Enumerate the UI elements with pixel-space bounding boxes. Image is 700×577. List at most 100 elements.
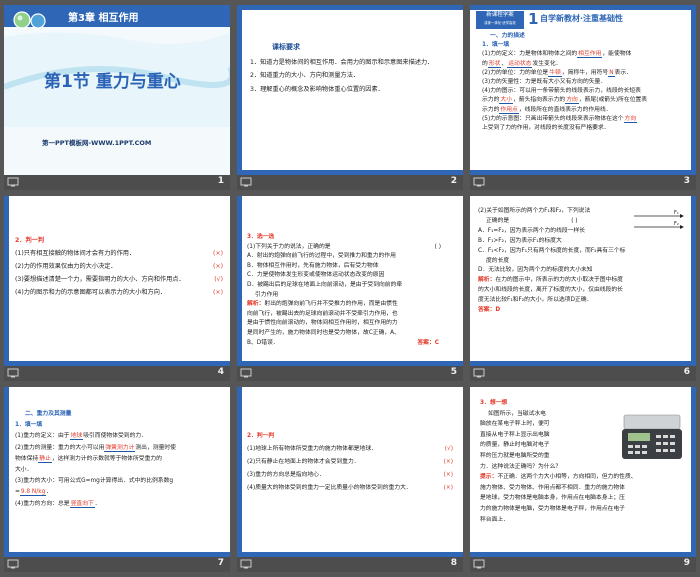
judge-heading: 2．判一判 [15, 237, 45, 244]
requirements-heading: 课标要求 [272, 43, 300, 51]
slide-8-body: 2．判一判 (1)地球上所有物体所受重力的施力物体都是地球． (√) (2)只有静… [247, 430, 453, 495]
slide-7-body: 二、重力及其测量 1．填一填 (1)重力的定义：由于地球吸引而使物体受到的力． … [15, 409, 223, 510]
line: (3)力的矢量性：力是既有大小又有方向的矢量． [482, 79, 607, 86]
line: (2)重力的测量：重力的大小可以用弹簧测力计测出，测量时使 [15, 444, 176, 452]
line: (1)力的定义：力是物体和物体之间的相互作用，能使物体 [482, 51, 632, 59]
slide-8[interactable]: 2．判一判 (1)地球上所有物体所受重力的施力物体都是地球． (√) (2)只有静… [237, 387, 463, 557]
question: (1)下列关于力的说法，正确的是( ) [247, 243, 441, 250]
slide-9[interactable]: 3．想一想 如图所示，当磁试水电 脑放在某电子秤上时，便可 直接从电子秤上显示出… [470, 387, 696, 557]
requirement-item: 2．知道重力的大小、方向和测量方法． [250, 72, 360, 80]
option: B．F₁>F₂，因为表示F₁的标度大 [478, 237, 562, 244]
course-badge: 新课程学案 讲练一体化·优学高效 [476, 11, 524, 29]
judge-row: (4)力的图示和力的示意图都可以表示力的大小和方向． (×) [15, 289, 223, 296]
slideshow-icon [240, 559, 252, 569]
slide-9-bar: 9 [470, 557, 696, 572]
question-line: 直接从电子秤上显示出电脑 [480, 431, 550, 438]
frame-right [691, 5, 696, 175]
question-line: 脑放在某电子秤上时，便可 [480, 421, 550, 428]
judge-row: (4)质量大的物体受到的重力一定比质量小的物体受到的重力大． (×) [247, 485, 453, 491]
slide-number: 1 [217, 176, 224, 186]
question: 正确的是( ) [486, 217, 578, 224]
choice-heading: 3．选一选 [247, 234, 275, 240]
line: (4)重力的方向：总是竖直向下． [15, 500, 101, 508]
line: (3)重力的大小：可用公式G=mg计算得出．式中的比例系数g [15, 478, 174, 485]
slide-number: 6 [683, 367, 690, 377]
line: 的形状、运动状态发生变化． [482, 60, 562, 68]
frame-left [237, 387, 242, 557]
question-line: 秤的压力就是电脑所受的重 [480, 452, 550, 459]
line: (4)力的图示：可以用一条带箭头的线段表示力，线段的长短表 [482, 88, 641, 95]
hint-line: 是地球，受力物体是电脑本身，作用点在电脑本身上；压 [480, 495, 625, 502]
option: C．力是使物体发生形变或使物体运动状态改变的原因 [247, 272, 385, 279]
slide-7[interactable]: 二、重力及其测量 1．填一填 (1)重力的定义：由于地球吸引而使物体受到的力． … [4, 387, 230, 557]
slide-2-bar: 2 [237, 175, 463, 190]
slide-4[interactable]: 2．判一判 (1)只有相互接触的物体间才会有力的作用． (×) (2)力的作用效果… [4, 196, 230, 366]
question-line: 的质量，静止时电脑对电子 [480, 442, 550, 449]
slideshow-icon [473, 177, 485, 187]
slide-6-bar: 6 [470, 366, 696, 381]
line: (1)重力的定义：由于地球吸引而使物体受到的力． [15, 433, 147, 441]
slide-2[interactable]: 课标要求 1．知道力是物体间的相互作用．会用力的图示和示意图来描述力． 2．知道… [237, 5, 463, 175]
frame-left [237, 196, 242, 366]
frame-left [4, 196, 9, 366]
option: B．物体相互作用时，先有施力物体，后有受力物体 [247, 262, 379, 269]
judge-row: (1)只有相互接触的物体间才会有力的作用． (×) [15, 250, 223, 257]
slide-5[interactable]: 3．选一选 (1)下列关于力的说法，正确的是( ) A．射出的炮弹向前飞行的过程… [237, 196, 463, 366]
explanation-line: B、D错误． 答案：C [247, 339, 439, 346]
hint-line: 施力物体、受力物体、作用点都不相同．重力的施力物体 [480, 484, 625, 491]
frame-right [691, 196, 696, 366]
line: 示力的大小，箭头指向表示力的方向，箭尾(或箭头)所在位置表 [482, 97, 648, 105]
section-title: 一、力的描述 [490, 33, 525, 39]
line: (5)力的示意图：只画出带箭头的线段来表示物体在这个方向 [482, 115, 638, 123]
slide-number: 4 [217, 367, 224, 377]
line: (2)力的单位：力的单位是牛顿，简称牛，用符号N表示． [482, 69, 632, 77]
slide-3[interactable]: 新课程学案 讲练一体化·优学高效 1 自学新教材·注重基础性 一、力的描述 1．… [470, 5, 696, 175]
section-number: 1 [528, 10, 539, 28]
slide-3-body: 一、力的描述 1．填一填 (1)力的定义：力是物体和物体之间的相互作用，能使物体… [482, 32, 688, 133]
question-line: 如图所示，当磁试水电 [488, 410, 546, 417]
hint-line: 秤台面上． [480, 516, 509, 523]
judge-row: (1)地球上所有物体所受重力的施力物体都是地球． (√) [247, 446, 453, 452]
option: A．射出的炮弹向前飞行的过程中，受到推力和重力的作用 [247, 253, 396, 260]
sub-title: 1．填一填 [15, 422, 43, 429]
line: 大小． [15, 467, 33, 474]
slideshow-icon [7, 177, 19, 187]
judge-heading: 2．判一判 [247, 433, 275, 439]
badge-bottom: 讲练一体化·优学高效 [484, 21, 516, 25]
chapter-title: 第3章 相互作用 [68, 13, 139, 24]
slide-6[interactable]: F₁ F₂ (2)关于如图所示的两个力F₁和F₂，下列说法 正确的是( ) A．… [470, 196, 696, 366]
slide-8-bar: 8 [237, 557, 463, 572]
slide-4-body: 2．判一判 (1)只有相互接触的物体间才会有力的作用． (×) (2)力的作用效果… [15, 234, 223, 299]
frame-top [470, 5, 696, 10]
slide-number: 3 [683, 176, 690, 186]
slide-number: 7 [217, 558, 224, 568]
frame-left [237, 5, 242, 175]
line: 物体保持静止，这样测力计的示数就等于物体所受重力的 [15, 455, 162, 463]
requirement-item: 3．理解重心的概念及影响物体重心位置的因素． [250, 85, 384, 93]
slide-number: 8 [450, 558, 457, 568]
slideshow-icon [7, 559, 19, 569]
explanation-line: 是由于惯性向前滚动的，物体间相互作用时，相互作用的力 [247, 320, 398, 327]
requirements-list: 1．知道力是物体间的相互作用．会用力的图示和示意图来描述力． 2．知道重力的大小… [250, 58, 445, 94]
slideshow-icon [473, 559, 485, 569]
slide-9-body: 3．想一想 如图所示，当磁试水电 脑放在某电子秤上时，便可 直接从电子秤上显示出… [480, 398, 688, 525]
slide-title: 第1节 重力与重心 [44, 72, 181, 92]
slide-5-bar: 5 [237, 366, 463, 381]
question-line: 力．这种说法正确吗？为什么？ [480, 463, 562, 470]
slide-1[interactable]: 第3章 相互作用 第1节 重力与重心 第一PPT模板网-WWW.1PPT.COM [4, 5, 230, 175]
option: C．F₁<F₂，因为F₁只有两个标度的长度，而F₂具有三个标 [478, 247, 626, 254]
question: (2)关于如图所示的两个力F₁和F₂，下列说法 [478, 208, 591, 214]
requirement-item: 1．知道力是物体间的相互作用．会用力的图示和示意图来描述力． [250, 59, 434, 66]
section-title: 二、重力及其测量 [25, 411, 72, 417]
slide-5-body: 3．选一选 (1)下列关于力的说法，正确的是( ) A．射出的炮弹向前飞行的过程… [247, 233, 455, 348]
slideshow-icon [473, 368, 485, 378]
judge-row: (3)重力的方向总是指向地心． (×) [247, 472, 453, 478]
option: 度的长度 [486, 257, 510, 264]
frame-left [4, 387, 9, 557]
slide-number: 2 [450, 176, 457, 186]
slideshow-icon [240, 368, 252, 378]
explanation: 解析：射出的炮弹向前飞行并不受推力的作用，而是由惯性 [247, 301, 398, 308]
badge-top: 新课程学案 [486, 12, 514, 18]
slide-7-bar: 7 [4, 557, 230, 572]
answer: 答案：D [478, 307, 501, 314]
